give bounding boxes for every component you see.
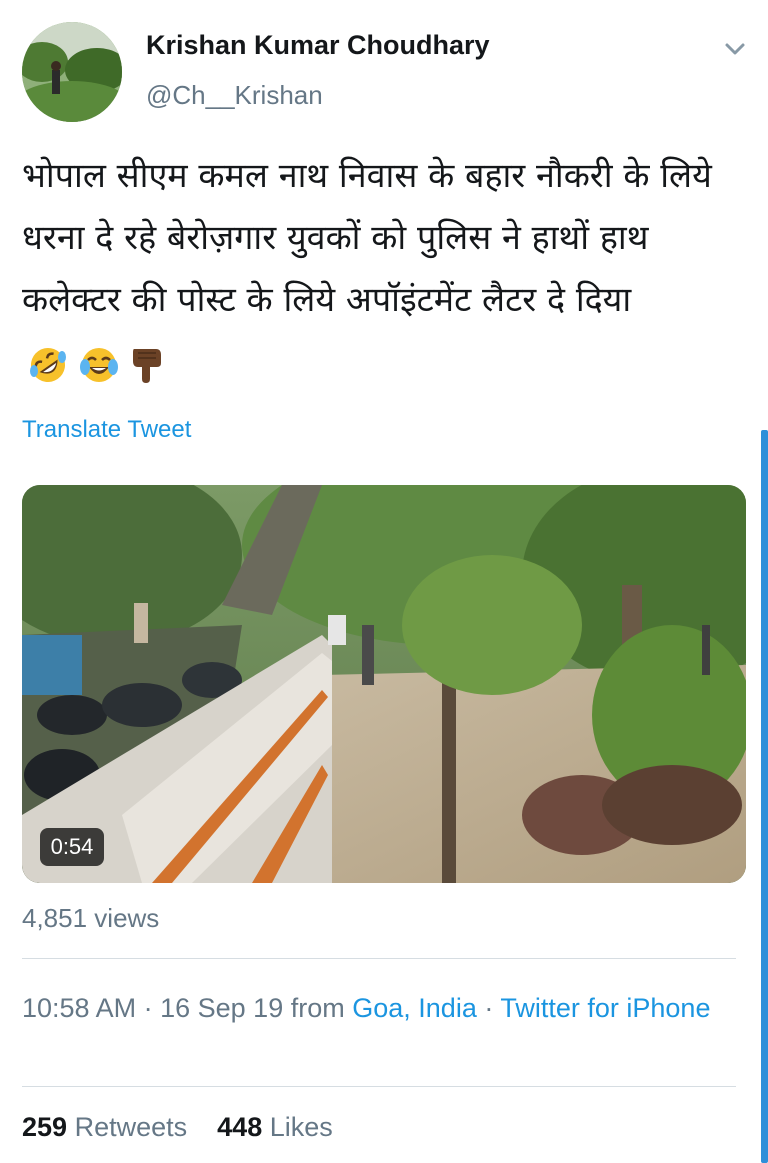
video-player[interactable]: 0:54 (22, 485, 746, 883)
divider (22, 1086, 736, 1087)
handle[interactable]: @Ch__Krishan (146, 80, 323, 111)
tweet-time: 10:58 AM (22, 993, 137, 1023)
display-name[interactable]: Krishan Kumar Choudhary (146, 30, 490, 61)
retweets-stat[interactable]: 259 Retweets (22, 1112, 187, 1142)
location-link[interactable]: Goa, India (352, 993, 477, 1023)
tears-of-joy-emoji (79, 348, 118, 382)
from-label: from (290, 993, 345, 1023)
likes-count: 448 (217, 1112, 263, 1142)
tweet-text: भोपाल सीएम कमल नाथ निवास के बहार नौकरी क… (22, 145, 742, 395)
avatar-photo (22, 22, 122, 122)
likes-label: Likes (269, 1112, 333, 1142)
backhand-pointing-down-emoji (132, 349, 161, 383)
source-link[interactable]: Twitter for iPhone (500, 993, 710, 1023)
separator: · (143, 993, 153, 1023)
retweets-count: 259 (22, 1112, 68, 1142)
retweets-label: Retweets (74, 1112, 188, 1142)
divider (22, 958, 736, 959)
chevron-down-icon[interactable] (720, 34, 750, 64)
translate-tweet-link[interactable]: Translate Tweet (22, 416, 191, 444)
video-thumbnail (22, 485, 746, 883)
emoji-row (28, 333, 164, 395)
scrollbar[interactable] (761, 430, 768, 1163)
tweet-meta: 10:58 AM · 16 Sep 19 from Goa, India · T… (22, 988, 712, 1028)
rolling-on-floor-laughing-emoji (30, 348, 66, 382)
engagement-stats: 259 Retweets 448 Likes (22, 1112, 333, 1143)
video-duration: 0:54 (40, 828, 104, 866)
likes-stat[interactable]: 448 Likes (217, 1112, 333, 1142)
separator: · (484, 993, 494, 1023)
tweet-date: 16 Sep 19 (160, 993, 284, 1023)
avatar[interactable] (22, 22, 122, 122)
view-count: 4,851 views (22, 903, 160, 933)
tweet-body: भोपाल सीएम कमल नाथ निवास के बहार नौकरी क… (22, 156, 712, 320)
